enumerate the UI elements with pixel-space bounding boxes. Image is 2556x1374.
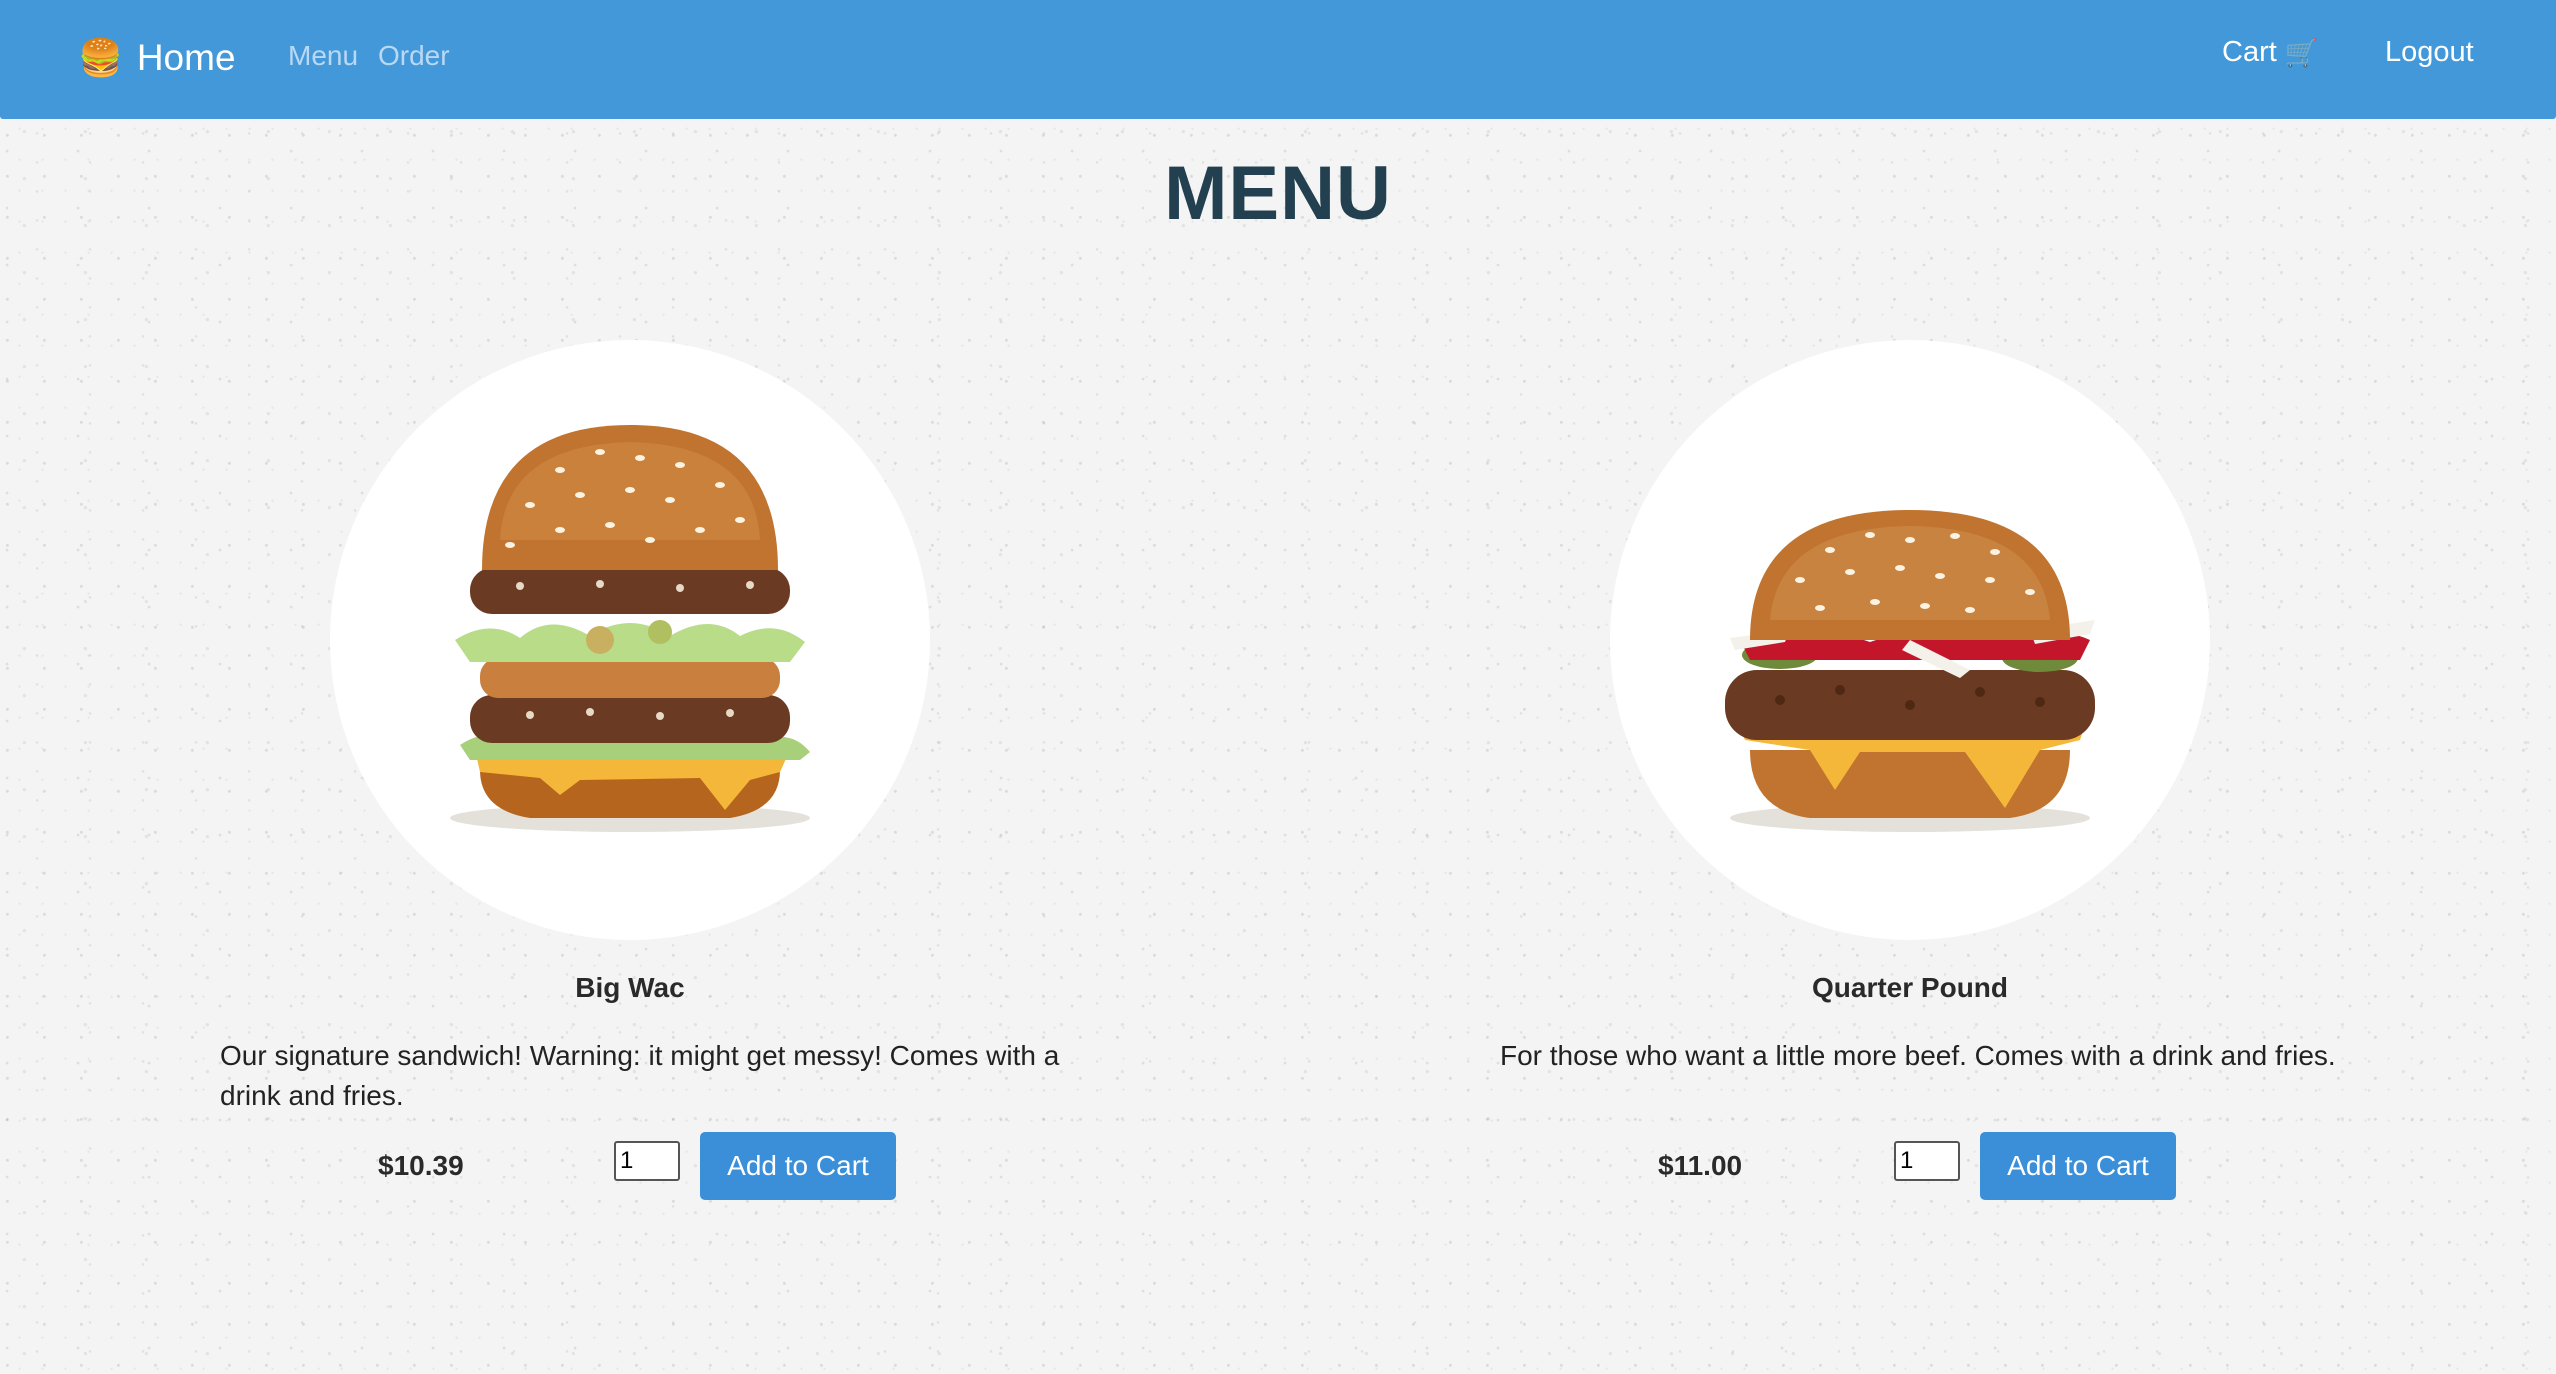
cart-label: Cart — [2222, 36, 2277, 68]
product-description: For those who want a little more beef. C… — [1500, 1040, 2336, 1071]
product-name: Quarter Pound — [1811, 972, 2008, 1003]
product-price: $10.39 — [378, 1150, 464, 1181]
nav-menu-link[interactable]: Menu — [288, 40, 358, 72]
quantity-input[interactable] — [1894, 1141, 1960, 1181]
product-price: $11.00 — [1658, 1150, 1743, 1181]
navbar: 🍔 Home Menu Order Cart 🛒 Logout — [0, 0, 2556, 119]
product-image-big-wac — [330, 340, 930, 940]
cart-icon: 🛒 — [2284, 37, 2319, 68]
burger-image-icon — [1725, 510, 2095, 832]
product-card: Quarter Pound For those who want a littl… — [1500, 340, 2340, 1210]
home-link[interactable]: 🍔 Home — [78, 33, 236, 83]
burger-image-icon — [450, 425, 810, 832]
logout-link[interactable]: Logout — [2385, 36, 2474, 69]
cart-link[interactable]: Cart 🛒 — [2222, 36, 2318, 69]
product-card: Big Wac Our signature sandwich! Warning:… — [220, 340, 1060, 1210]
product-image-quarter-pound — [1610, 340, 2210, 940]
product-name: Big Wac — [575, 972, 685, 1003]
burger-icon: 🍔 — [78, 37, 123, 78]
page-title: MENU — [1164, 151, 1392, 236]
add-to-cart-button[interactable]: Add to Cart — [700, 1132, 896, 1200]
product-description: Our signature sandwich! Warning: it migh… — [220, 1040, 1060, 1111]
quantity-input[interactable] — [614, 1141, 680, 1181]
nav-order-link[interactable]: Order — [378, 40, 450, 72]
add-to-cart-button[interactable]: Add to Cart — [1980, 1132, 2176, 1200]
home-label: Home — [136, 37, 236, 78]
